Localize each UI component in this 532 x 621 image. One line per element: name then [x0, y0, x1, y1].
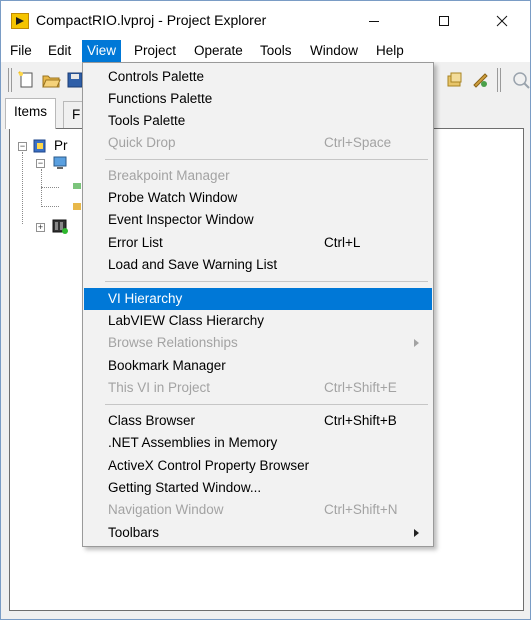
menu-item-label: Controls Palette: [108, 69, 205, 84]
menu-item-load-save-warning-list[interactable]: Load and Save Warning List: [84, 254, 432, 276]
menu-window[interactable]: Window: [305, 40, 363, 62]
tree-guide-line: [41, 169, 42, 207]
menu-item-label: .NET Assemblies in Memory: [108, 435, 278, 450]
close-button[interactable]: [479, 1, 525, 40]
tab-items[interactable]: Items: [5, 98, 57, 129]
menu-item-label: Event Inspector Window: [108, 212, 254, 227]
help-icon[interactable]: [511, 70, 531, 90]
menu-item-bookmark-manager[interactable]: Bookmark Manager: [84, 355, 432, 377]
maximize-icon: [439, 15, 449, 26]
menu-item-event-inspector-window[interactable]: Event Inspector Window: [84, 209, 432, 231]
minimize-button[interactable]: [351, 1, 397, 40]
toolbar-grip-2[interactable]: [497, 68, 501, 92]
menu-item-label: Bookmark Manager: [108, 358, 226, 373]
menu-item-label: Getting Started Window...: [108, 480, 262, 495]
menu-tools[interactable]: Tools: [255, 40, 297, 62]
expand-icon[interactable]: +: [36, 223, 45, 232]
menu-item-label: Probe Watch Window: [108, 190, 238, 205]
menu-view[interactable]: View: [82, 40, 122, 62]
tree-guide-line: [41, 187, 59, 188]
menu-item-label: LabVIEW Class Hierarchy: [108, 313, 265, 328]
menu-item-label: Error List: [108, 235, 163, 250]
minimize-icon: [369, 20, 379, 22]
menu-item-label: Class Browser: [108, 413, 196, 428]
menu-item-shortcut: Ctrl+Shift+B: [324, 413, 397, 428]
menu-separator: [105, 404, 428, 405]
menu-edit[interactable]: Edit: [43, 40, 76, 62]
tree-guide-line: [22, 152, 23, 224]
labview-app-icon: [11, 13, 29, 29]
toolbar-grip[interactable]: [8, 68, 12, 92]
collapse-icon[interactable]: −: [36, 159, 45, 168]
menu-separator: [105, 281, 428, 282]
view-menu-dropdown: Controls Palette Functions Palette Tools…: [82, 62, 434, 547]
tree-root-label[interactable]: Pr: [54, 138, 68, 153]
menu-item-shortcut: Ctrl+L: [324, 235, 361, 250]
menu-item-quick-drop: Quick Drop Ctrl+Space: [84, 132, 432, 154]
menu-item-shortcut: Ctrl+Shift+N: [324, 502, 398, 517]
deploy-icon[interactable]: [445, 70, 465, 90]
menu-operate[interactable]: Operate: [189, 40, 248, 62]
submenu-arrow-icon: [414, 339, 419, 347]
open-folder-icon[interactable]: [41, 70, 61, 90]
menu-item-controls-palette[interactable]: Controls Palette: [84, 66, 432, 88]
menu-item-probe-watch-window[interactable]: Probe Watch Window: [84, 187, 432, 209]
build-icon[interactable]: [470, 70, 490, 90]
menu-item-this-vi-in-project: This VI in Project Ctrl+Shift+E: [84, 377, 432, 399]
menu-item-error-list[interactable]: Error List Ctrl+L: [84, 232, 432, 254]
menu-item-label: Navigation Window: [108, 502, 224, 517]
menu-separator: [105, 159, 428, 160]
menu-item-activex-property-browser[interactable]: ActiveX Control Property Browser: [84, 455, 432, 477]
menu-item-browse-relationships: Browse Relationships: [84, 332, 432, 354]
menu-bar: File Edit View Project Operate Tools Win…: [1, 40, 530, 62]
tree-guide-line: [41, 206, 59, 207]
menu-item-class-browser[interactable]: Class Browser Ctrl+Shift+B: [84, 410, 432, 432]
menu-item-label: This VI in Project: [108, 380, 211, 395]
submenu-arrow-icon: [414, 529, 419, 537]
menu-help[interactable]: Help: [371, 40, 409, 62]
window-title: CompactRIO.lvproj - Project Explorer: [36, 12, 267, 28]
compactrio-target-icon: [52, 219, 68, 234]
close-icon: [496, 15, 508, 26]
menu-item-net-assemblies[interactable]: .NET Assemblies in Memory: [84, 432, 432, 454]
project-explorer-window: CompactRIO.lvproj - Project Explorer Fil…: [0, 0, 531, 620]
menu-item-label: Load and Save Warning List: [108, 257, 278, 272]
menu-item-label: Tools Palette: [108, 113, 186, 128]
project-icon: [33, 139, 46, 153]
menu-item-shortcut: Ctrl+Space: [324, 135, 392, 150]
title-bar[interactable]: CompactRIO.lvproj - Project Explorer: [1, 1, 530, 40]
menu-item-labview-class-hierarchy[interactable]: LabVIEW Class Hierarchy: [84, 310, 432, 332]
collapse-icon[interactable]: −: [18, 142, 27, 151]
menu-item-getting-started-window[interactable]: Getting Started Window...: [84, 477, 432, 499]
new-file-icon[interactable]: [17, 70, 37, 90]
maximize-button[interactable]: [421, 1, 467, 40]
computer-icon: [53, 156, 67, 169]
menu-item-label: Functions Palette: [108, 91, 213, 106]
menu-project[interactable]: Project: [129, 40, 181, 62]
menu-item-label: Breakpoint Manager: [108, 168, 230, 183]
menu-item-vi-hierarchy[interactable]: VI Hierarchy: [84, 288, 432, 310]
menu-item-breakpoint-manager: Breakpoint Manager: [84, 165, 432, 187]
menu-file[interactable]: File: [5, 40, 37, 62]
menu-item-navigation-window: Navigation Window Ctrl+Shift+N: [84, 499, 432, 521]
menu-item-label: Toolbars: [108, 525, 160, 540]
menu-item-label: Browse Relationships: [108, 335, 238, 350]
menu-item-label: VI Hierarchy: [108, 291, 183, 306]
menu-item-tools-palette[interactable]: Tools Palette: [84, 110, 432, 132]
menu-item-shortcut: Ctrl+Shift+E: [324, 380, 397, 395]
menu-item-toolbars[interactable]: Toolbars: [84, 522, 432, 544]
menu-item-functions-palette[interactable]: Functions Palette: [84, 88, 432, 110]
menu-item-label: Quick Drop: [108, 135, 176, 150]
menu-item-label: ActiveX Control Property Browser: [108, 458, 310, 473]
